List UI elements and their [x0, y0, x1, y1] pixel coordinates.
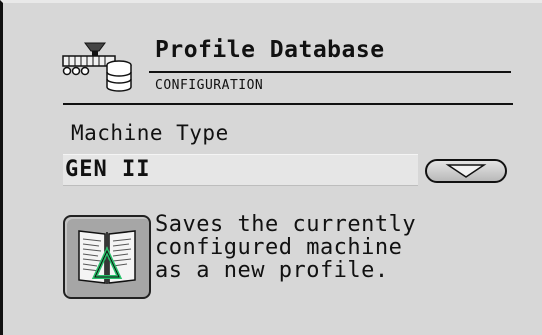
machine-type-select[interactable]: GEN II: [63, 154, 418, 186]
machine-type-value: GEN II: [65, 157, 151, 182]
machine-type-dropdown-button[interactable]: [425, 159, 507, 183]
description-line: Saves the currently: [155, 212, 417, 237]
page-title: Profile Database: [155, 37, 385, 63]
description-line: as a new profile.: [155, 258, 389, 283]
save-new-profile-button[interactable]: [63, 215, 151, 299]
chevron-down-icon: [445, 164, 487, 178]
title-underline: [149, 71, 511, 73]
profile-book-icon: [78, 230, 136, 284]
database-machine-icon: [62, 42, 132, 92]
description-line: configured machine: [155, 235, 403, 260]
page-subtitle: CONFIGURATION: [155, 78, 264, 93]
section-divider: [63, 103, 513, 105]
save-profile-description: Saves the currently configured machine a…: [155, 213, 535, 282]
profile-database-screen: Profile Database CONFIGURATION Machine T…: [0, 0, 542, 335]
machine-type-label: Machine Type: [71, 121, 229, 145]
